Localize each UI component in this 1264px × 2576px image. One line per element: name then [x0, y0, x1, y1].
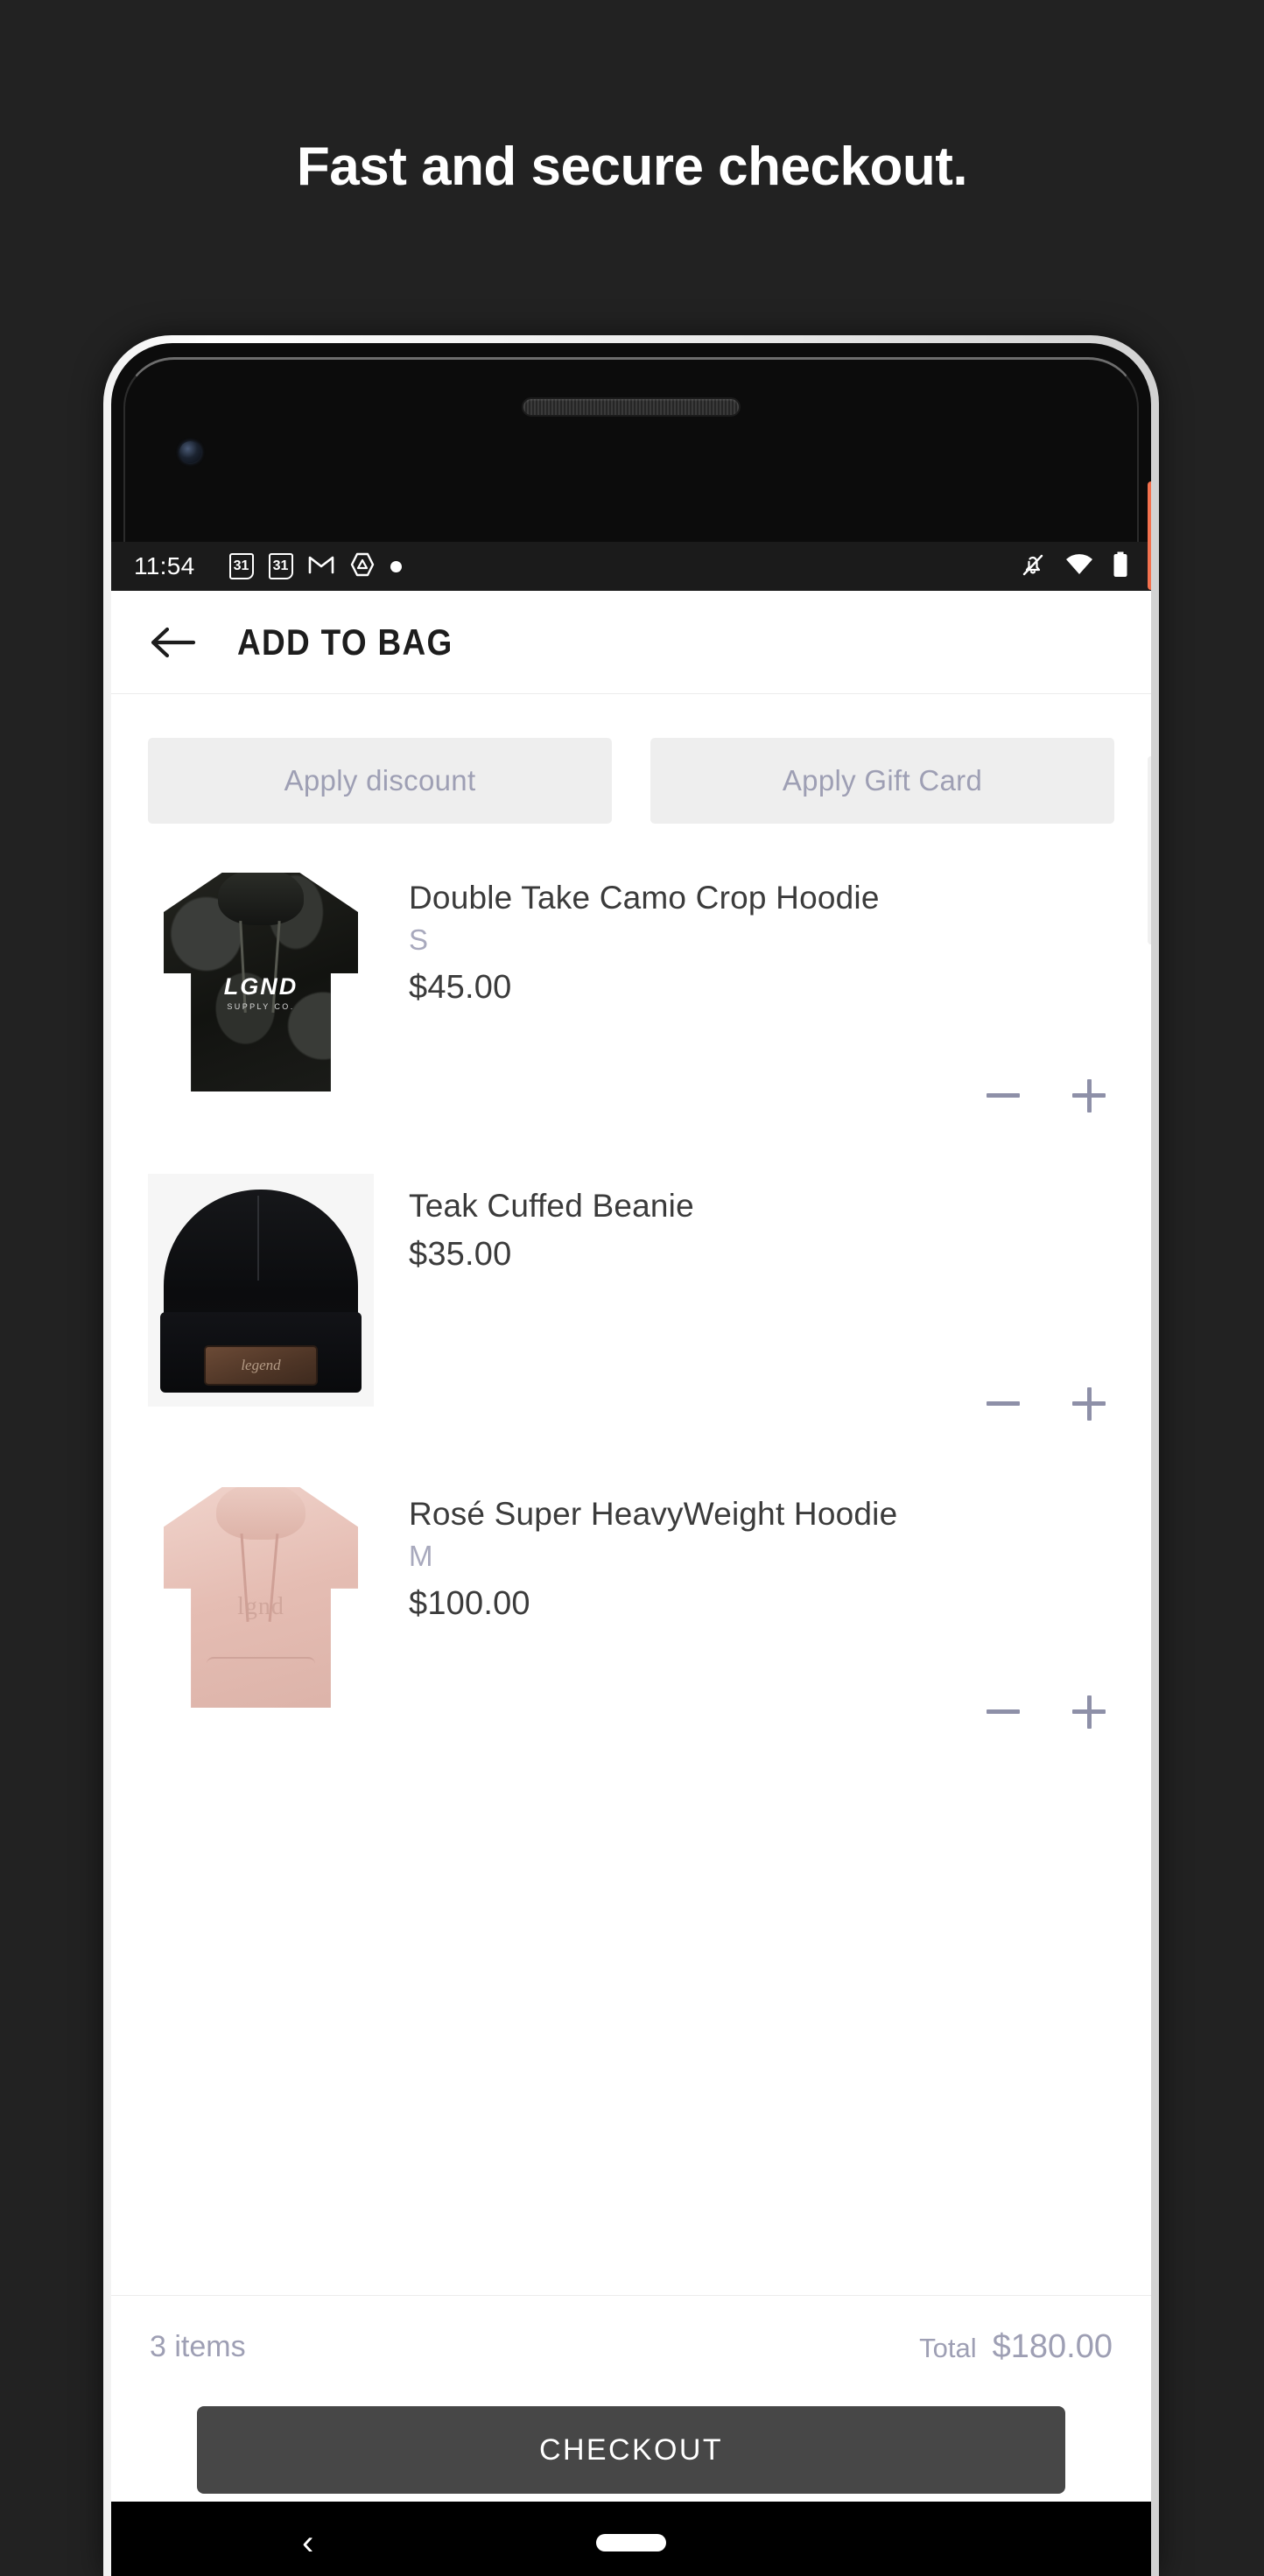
cart-total: Total $180.00	[919, 2328, 1113, 2366]
beanie-leather-patch: legend	[204, 1345, 318, 1386]
quantity-stepper	[983, 1692, 1109, 1732]
page-headline: Fast and secure checkout.	[296, 137, 968, 197]
back-arrow-icon[interactable]	[148, 625, 197, 660]
item-count: 3 items	[150, 2330, 246, 2363]
cart-item[interactable]: lgnd Rosé Super HeavyWeight Hoodie M $10…	[148, 1468, 1114, 1776]
product-size: M	[409, 1540, 433, 1573]
product-name: Rosé Super HeavyWeight Hoodie	[409, 1496, 898, 1532]
product-thumbnail[interactable]: lgnd	[148, 1475, 374, 1716]
quantity-stepper	[983, 1384, 1109, 1424]
calendar-31-icon: 31	[228, 553, 254, 579]
teak-cuffed-beanie-image: legend	[148, 1174, 374, 1407]
product-size: S	[409, 923, 429, 957]
apply-discount-button[interactable]: Apply discount	[148, 738, 612, 824]
android-navigation-bar: ‹	[111, 2502, 1151, 2576]
product-name: Double Take Camo Crop Hoodie	[409, 880, 880, 916]
lgnd-logo-sub: SUPPLY CO.	[227, 1002, 295, 1011]
app-bar: ADD TO BAG	[111, 591, 1151, 694]
calendar-31-icon: 31	[268, 553, 293, 579]
lgnd-logo-main: LGND	[223, 973, 298, 1000]
phone-screen: 11:54 31 31 ADD TO BAG Apply discount Ap…	[111, 542, 1151, 2576]
total-label: Total	[919, 2333, 977, 2363]
status-bar-clock: 11:54	[134, 552, 195, 579]
cart-summary-bar: 3 items Total $180.00	[111, 2295, 1151, 2398]
apply-gift-card-button[interactable]: Apply Gift Card	[650, 738, 1114, 824]
product-thumbnail[interactable]: LGND SUPPLY CO.	[148, 859, 374, 1100]
front-camera-icon	[179, 441, 201, 463]
rose-heavyweight-hoodie-image: lgnd	[164, 1487, 358, 1708]
hoodie-hood	[218, 873, 304, 925]
google-drive-icon	[349, 551, 376, 582]
quantity-stepper	[983, 1076, 1109, 1116]
earpiece-speaker-icon	[522, 397, 741, 417]
page-title: ADD TO BAG	[237, 621, 453, 663]
gmail-icon	[308, 554, 334, 579]
volume-rocker-button[interactable]	[1148, 756, 1151, 944]
checkout-button[interactable]: CHECKOUT	[197, 2406, 1065, 2494]
increase-quantity-button[interactable]	[1069, 1692, 1109, 1732]
cart-item[interactable]: legend Teak Cuffed Beanie $35.00	[148, 1160, 1114, 1468]
lgnd-logo: LGND SUPPLY CO.	[224, 973, 298, 1011]
nav-home-pill-icon[interactable]	[596, 2534, 666, 2551]
cart-item[interactable]: LGND SUPPLY CO. Double Take Camo Crop Ho…	[148, 852, 1114, 1160]
camo-crop-hoodie-image: LGND SUPPLY CO.	[164, 873, 358, 1091]
status-bar-right	[1020, 551, 1128, 582]
product-price: $45.00	[409, 968, 512, 1006]
wifi-icon	[1065, 553, 1093, 580]
phone-mockup: 11:54 31 31 ADD TO BAG Apply discount Ap…	[103, 335, 1159, 2576]
decrease-quantity-button[interactable]	[983, 1384, 1023, 1424]
status-bar: 11:54 31 31	[111, 542, 1151, 591]
coupon-actions: Apply discount Apply Gift Card	[111, 694, 1151, 824]
hoodie-hood	[215, 1487, 306, 1541]
cart-item-list: LGND SUPPLY CO. Double Take Camo Crop Ho…	[111, 824, 1151, 1776]
decrease-quantity-button[interactable]	[983, 1076, 1023, 1116]
product-name: Teak Cuffed Beanie	[409, 1188, 694, 1224]
hoodie-pocket	[206, 1657, 316, 1705]
product-thumbnail[interactable]: legend	[148, 1167, 374, 1408]
status-bar-left: 11:54 31 31	[134, 551, 1020, 582]
increase-quantity-button[interactable]	[1069, 1384, 1109, 1424]
decrease-quantity-button[interactable]	[983, 1692, 1023, 1732]
total-value: $180.00	[992, 2328, 1113, 2365]
lgnd-logo: lgnd	[237, 1592, 284, 1620]
battery-icon	[1113, 551, 1128, 582]
product-price: $100.00	[409, 1584, 530, 1622]
power-button[interactable]	[1148, 481, 1151, 590]
checkout-bar: CHECKOUT	[111, 2398, 1151, 2502]
increase-quantity-button[interactable]	[1069, 1076, 1109, 1116]
nav-back-icon[interactable]: ‹	[302, 2525, 313, 2560]
notification-dot-icon	[390, 560, 402, 572]
notifications-off-icon	[1020, 551, 1046, 582]
product-price: $35.00	[409, 1236, 512, 1274]
phone-body: 11:54 31 31 ADD TO BAG Apply discount Ap…	[111, 343, 1151, 2576]
